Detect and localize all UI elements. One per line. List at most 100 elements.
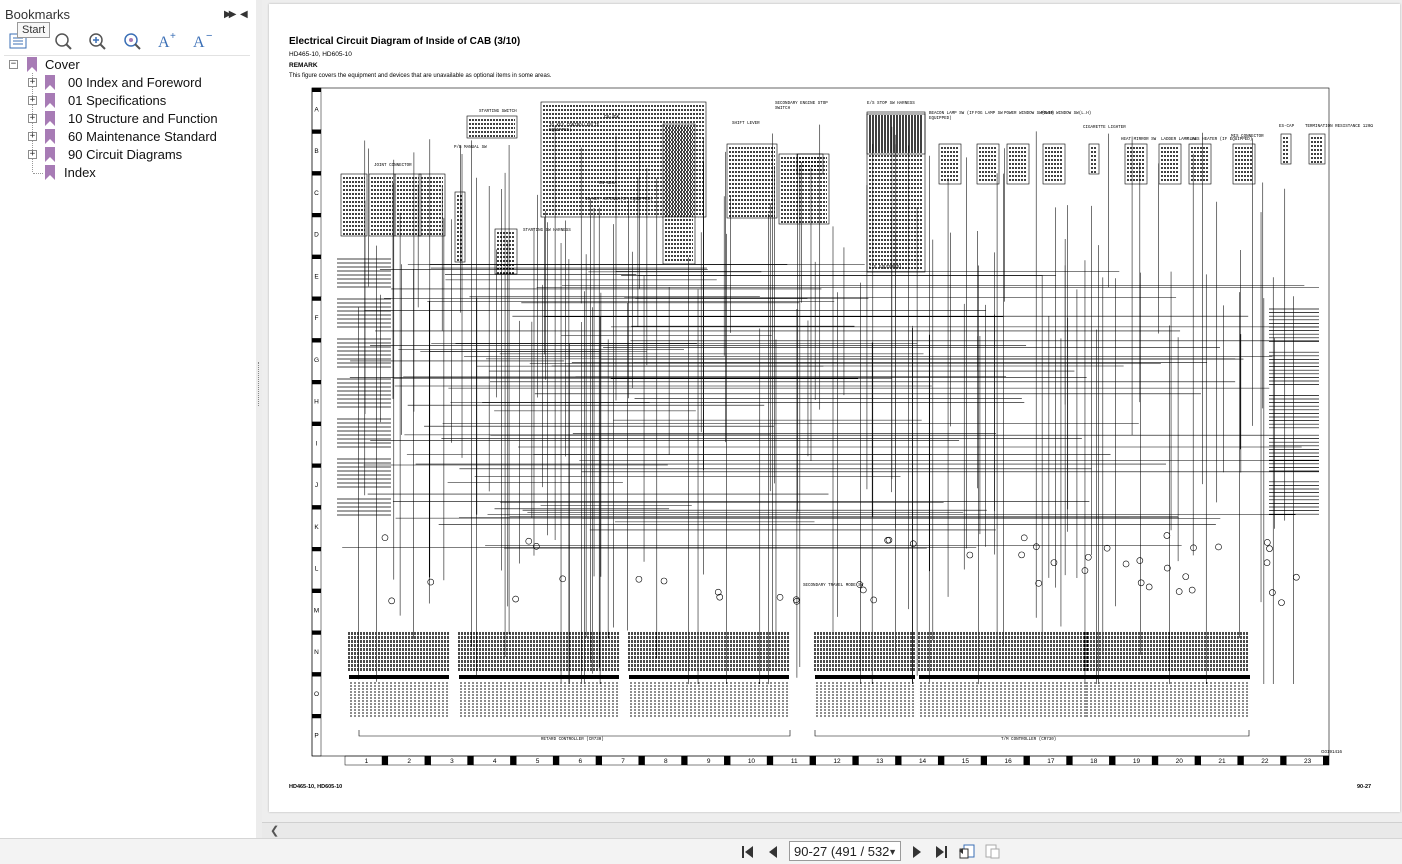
scroll-left-icon[interactable]: ❮	[270, 824, 279, 837]
circuit-diagram: ABCDEFGHIJKLMNOP 1 2 3 4 5 6 7 8 9 10 11 12 13 14 15 16…	[311, 87, 1330, 766]
previous-view-icon[interactable]	[957, 842, 977, 862]
row-letter: G	[314, 357, 319, 364]
component-label: T/M CONTROLLER (CR730)	[1001, 738, 1057, 742]
component-label: P/B MANUAL SW	[454, 146, 487, 150]
column-tick	[852, 756, 859, 765]
svg-text:+: +	[170, 31, 176, 42]
column-tick	[1280, 756, 1287, 765]
connector-bar	[349, 675, 449, 679]
bookmark-icon	[45, 111, 55, 126]
junction-symbol	[884, 536, 891, 544]
component-label: (IF EQUIPPED)	[869, 266, 902, 270]
bookmark-label: 90 Circuit Diagrams	[68, 147, 183, 162]
column-tick	[510, 756, 517, 765]
expand-toggle[interactable]: +	[28, 132, 37, 141]
column-number: 16	[1005, 758, 1013, 765]
svg-text:A: A	[158, 34, 170, 51]
diagram-frame	[311, 87, 1330, 757]
component-label: IO KEY CONTROLLER(IF EQUIPPED)	[549, 124, 600, 133]
component-label: CN-4DKA	[599, 182, 617, 186]
column-ruler: 1 2 3 4 5 6 7 8 9 10 11 12 13 14 15 16 17 18 19 20 21 22 23	[344, 755, 1330, 766]
column-tick	[724, 756, 731, 765]
row-tick	[312, 213, 321, 218]
column-number: 22	[1261, 758, 1269, 765]
component-label: STARTING SWITCH	[479, 110, 517, 114]
bookmark-item-index[interactable]: Index	[0, 164, 250, 182]
bookmark-item-specifications[interactable]: + 01 Specifications	[0, 92, 250, 110]
previous-page-icon[interactable]	[763, 842, 783, 862]
column-number: 14	[919, 758, 927, 765]
junction-symbol	[660, 577, 668, 585]
column-number: 4	[493, 758, 497, 765]
junction-symbol	[885, 536, 893, 544]
column-number: 15	[962, 758, 970, 765]
expand-toggle[interactable]: +	[28, 96, 37, 105]
bookmark-icon	[45, 129, 55, 144]
svg-text:A: A	[193, 34, 205, 51]
next-view-icon[interactable]	[983, 842, 1003, 862]
junction-symbol	[559, 575, 567, 583]
row-tick	[312, 129, 321, 134]
bookmarks-panel-title: Bookmarks	[5, 7, 71, 22]
chevron-down-icon[interactable]: ▼	[888, 842, 897, 862]
last-page-icon[interactable]	[931, 842, 951, 862]
increase-font-icon[interactable]: A +	[155, 29, 179, 53]
bookmark-item-circuit-diagrams[interactable]: + 90 Circuit Diagrams	[0, 146, 250, 164]
junction-symbol	[966, 551, 974, 559]
junction-symbol	[1266, 545, 1273, 552]
column-tick	[381, 756, 388, 765]
junction-symbol	[1188, 586, 1196, 594]
bookmark-item-maintenance-standard[interactable]: + 60 Maintenance Standard	[0, 128, 250, 146]
component-label: E/S STOP SW HARNESS	[867, 102, 915, 106]
bookmark-label: 10 Structure and Function	[68, 111, 218, 126]
close-panel-icon[interactable]: ◀	[240, 9, 248, 20]
junction-symbol	[1136, 557, 1144, 564]
expand-toggle[interactable]: +	[28, 150, 37, 159]
horizontal-scrollbar[interactable]: ❮	[262, 822, 1402, 839]
column-tick	[638, 756, 645, 765]
row-tick	[312, 255, 321, 259]
bookmark-item-index-foreword[interactable]: + 00 Index and Foreword	[0, 74, 250, 92]
column-number: 6	[578, 758, 582, 765]
connector-bar	[1085, 675, 1250, 679]
component-label: FOG LAMP SW	[975, 112, 1003, 116]
column-number: 18	[1090, 758, 1098, 765]
search-bookmark-icon[interactable]	[121, 29, 145, 53]
bookmark-item-cover[interactable]: − Cover	[0, 56, 250, 74]
column-number: 10	[748, 758, 756, 765]
expand-toggle[interactable]: +	[28, 114, 37, 123]
bookmark-label: 00 Index and Foreword	[68, 75, 202, 90]
column-number: 1	[365, 758, 369, 765]
page-number-selector[interactable]: 90-27 (491 / 532 ▼	[789, 841, 901, 861]
junction-symbol	[1182, 573, 1190, 580]
collapse-bookmark-icon[interactable]	[86, 29, 110, 53]
splitter-grip[interactable]	[258, 362, 261, 406]
junction-symbol	[427, 578, 435, 586]
column-tick	[1323, 756, 1329, 765]
decrease-font-icon[interactable]: A −	[190, 29, 214, 53]
expand-bookmark-icon[interactable]	[52, 29, 76, 53]
junction-symbol	[533, 543, 540, 550]
expand-toggle[interactable]: +	[28, 78, 37, 87]
row-tick	[312, 380, 321, 385]
row-tick	[312, 630, 321, 635]
junction-symbol	[512, 595, 519, 603]
junction-symbol	[388, 597, 395, 605]
first-page-icon[interactable]	[738, 842, 758, 862]
column-tick	[1194, 756, 1201, 765]
junction-symbol	[1050, 559, 1058, 566]
column-number: 8	[664, 758, 668, 765]
footer-page-number: 90-27	[1357, 784, 1372, 790]
bookmark-item-structure-function[interactable]: + 10 Structure and Function	[0, 110, 250, 128]
component-label: SECONDARY TRAVEL MODE SW	[803, 584, 864, 588]
next-page-icon[interactable]	[907, 842, 927, 862]
row-tick	[312, 171, 321, 176]
collapse-toggle[interactable]: −	[9, 60, 18, 69]
junction-symbol	[1175, 588, 1183, 595]
junction-symbol	[1020, 534, 1028, 542]
hide-panel-icon[interactable]: ▶▶	[224, 9, 237, 20]
junction-symbol	[1293, 573, 1300, 581]
page-number-value: 90-27 (491 / 532	[794, 844, 890, 859]
column-number: 23	[1304, 758, 1312, 765]
bookmark-icon	[45, 147, 55, 162]
